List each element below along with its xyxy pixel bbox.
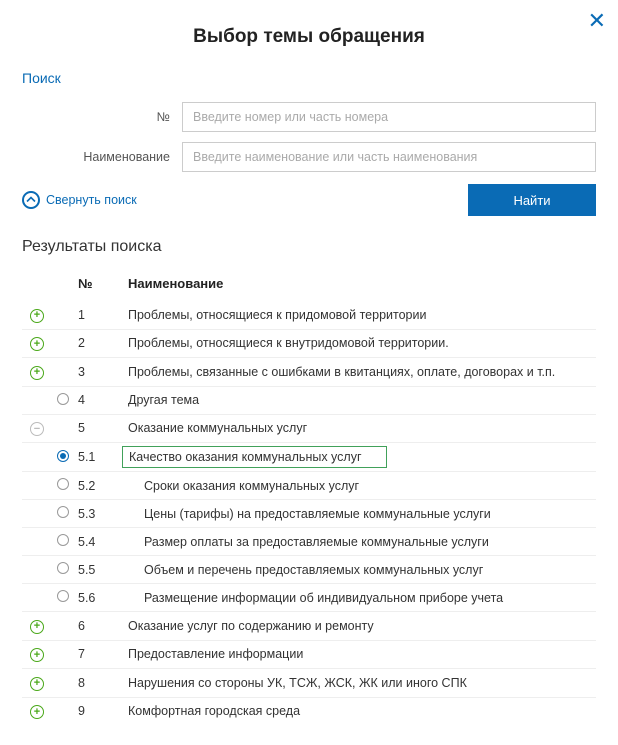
- col-select: [52, 270, 74, 301]
- table-row[interactable]: 5.6Размещение информации об индивидуальн…: [22, 584, 596, 612]
- search-section-label: Поиск: [22, 70, 596, 86]
- table-row[interactable]: 5.2Сроки оказания коммунальных услуг: [22, 472, 596, 500]
- modal-title: Выбор темы обращения: [22, 26, 596, 48]
- row-number: 9: [74, 697, 124, 725]
- row-number: 5: [74, 414, 124, 443]
- row-number: 2: [74, 329, 124, 358]
- col-name: Наименование: [124, 270, 596, 301]
- table-row[interactable]: +1Проблемы, относящиеся к придомовой тер…: [22, 301, 596, 329]
- radio-icon[interactable]: [57, 534, 69, 546]
- table-row[interactable]: 5.5Объем и перечень предоставляемых комм…: [22, 556, 596, 584]
- radio-icon[interactable]: [57, 450, 69, 462]
- row-name: Нарушения со стороны УК, ТСЖ, ЖСК, ЖК ил…: [124, 669, 596, 698]
- radio-icon[interactable]: [57, 506, 69, 518]
- search-name-input[interactable]: [182, 142, 596, 172]
- search-num-input[interactable]: [182, 102, 596, 132]
- row-number: 5.3: [74, 500, 124, 528]
- table-row[interactable]: 5.1Качество оказания коммунальных услуг: [22, 443, 596, 472]
- row-number: 8: [74, 669, 124, 698]
- row-name: Цены (тарифы) на предоставляемые коммуна…: [124, 500, 596, 528]
- row-name: Комфортная городская среда: [124, 697, 596, 725]
- search-name-label: Наименование: [22, 150, 182, 164]
- row-name: Сроки оказания коммунальных услуг: [124, 472, 596, 500]
- row-number: 1: [74, 301, 124, 329]
- expand-icon[interactable]: +: [30, 705, 44, 719]
- row-number: 6: [74, 612, 124, 641]
- expand-icon[interactable]: +: [30, 309, 44, 323]
- collapse-icon[interactable]: −: [30, 422, 44, 436]
- col-expand: [22, 270, 52, 301]
- row-name: Размер оплаты за предоставляемые коммуна…: [124, 528, 596, 556]
- table-row[interactable]: +9Комфортная городская среда: [22, 697, 596, 725]
- expand-icon[interactable]: +: [30, 337, 44, 351]
- radio-icon[interactable]: [57, 590, 69, 602]
- table-row[interactable]: +8Нарушения со стороны УК, ТСЖ, ЖСК, ЖК …: [22, 669, 596, 698]
- table-row[interactable]: +2Проблемы, относящиеся к внутридомовой …: [22, 329, 596, 358]
- radio-icon[interactable]: [57, 393, 69, 405]
- table-row[interactable]: 5.4Размер оплаты за предоставляемые комм…: [22, 528, 596, 556]
- search-num-row: №: [22, 102, 596, 132]
- radio-icon[interactable]: [57, 478, 69, 490]
- col-num: №: [74, 270, 124, 301]
- row-name: Оказание услуг по содержанию и ремонту: [124, 612, 596, 641]
- table-row[interactable]: +7Предоставление информации: [22, 640, 596, 669]
- row-number: 3: [74, 358, 124, 387]
- expand-icon[interactable]: +: [30, 366, 44, 380]
- table-row[interactable]: +3Проблемы, связанные с ошибками в квита…: [22, 358, 596, 387]
- results-table: № Наименование +1Проблемы, относящиеся к…: [22, 270, 596, 725]
- row-name: Другая тема: [124, 386, 596, 414]
- row-number: 5.5: [74, 556, 124, 584]
- row-name: Размещение информации об индивидуальном …: [124, 584, 596, 612]
- row-name: Качество оказания коммунальных услуг: [124, 443, 596, 472]
- search-actions: Свернуть поиск Найти: [22, 184, 596, 216]
- close-icon[interactable]: ✕: [588, 8, 606, 34]
- find-button[interactable]: Найти: [468, 184, 596, 216]
- row-name: Оказание коммунальных услуг: [124, 414, 596, 443]
- table-row[interactable]: 4Другая тема: [22, 386, 596, 414]
- topic-select-modal: ✕ Выбор темы обращения Поиск № Наименова…: [0, 0, 618, 745]
- row-number: 5.6: [74, 584, 124, 612]
- row-number: 5.1: [74, 443, 124, 472]
- chevron-up-icon: [22, 191, 40, 209]
- table-row[interactable]: +6Оказание услуг по содержанию и ремонту: [22, 612, 596, 641]
- collapse-search-link[interactable]: Свернуть поиск: [22, 191, 137, 209]
- row-number: 5.4: [74, 528, 124, 556]
- row-number: 5.2: [74, 472, 124, 500]
- row-name: Проблемы, связанные с ошибками в квитанц…: [124, 358, 596, 387]
- row-name: Проблемы, относящиеся к придомовой терри…: [124, 301, 596, 329]
- collapse-search-text: Свернуть поиск: [46, 193, 137, 207]
- search-name-row: Наименование: [22, 142, 596, 172]
- row-name: Проблемы, относящиеся к внутридомовой те…: [124, 329, 596, 358]
- search-num-label: №: [22, 110, 182, 124]
- table-row[interactable]: − 5Оказание коммунальных услуг: [22, 414, 596, 443]
- expand-icon[interactable]: +: [30, 620, 44, 634]
- row-name: Объем и перечень предоставляемых коммуна…: [124, 556, 596, 584]
- expand-icon[interactable]: +: [30, 677, 44, 691]
- table-row[interactable]: 5.3Цены (тарифы) на предоставляемые комм…: [22, 500, 596, 528]
- expand-icon[interactable]: +: [30, 648, 44, 662]
- row-number: 7: [74, 640, 124, 669]
- radio-icon[interactable]: [57, 562, 69, 574]
- row-name: Предоставление информации: [124, 640, 596, 669]
- results-heading: Результаты поиска: [22, 238, 596, 256]
- row-number: 4: [74, 386, 124, 414]
